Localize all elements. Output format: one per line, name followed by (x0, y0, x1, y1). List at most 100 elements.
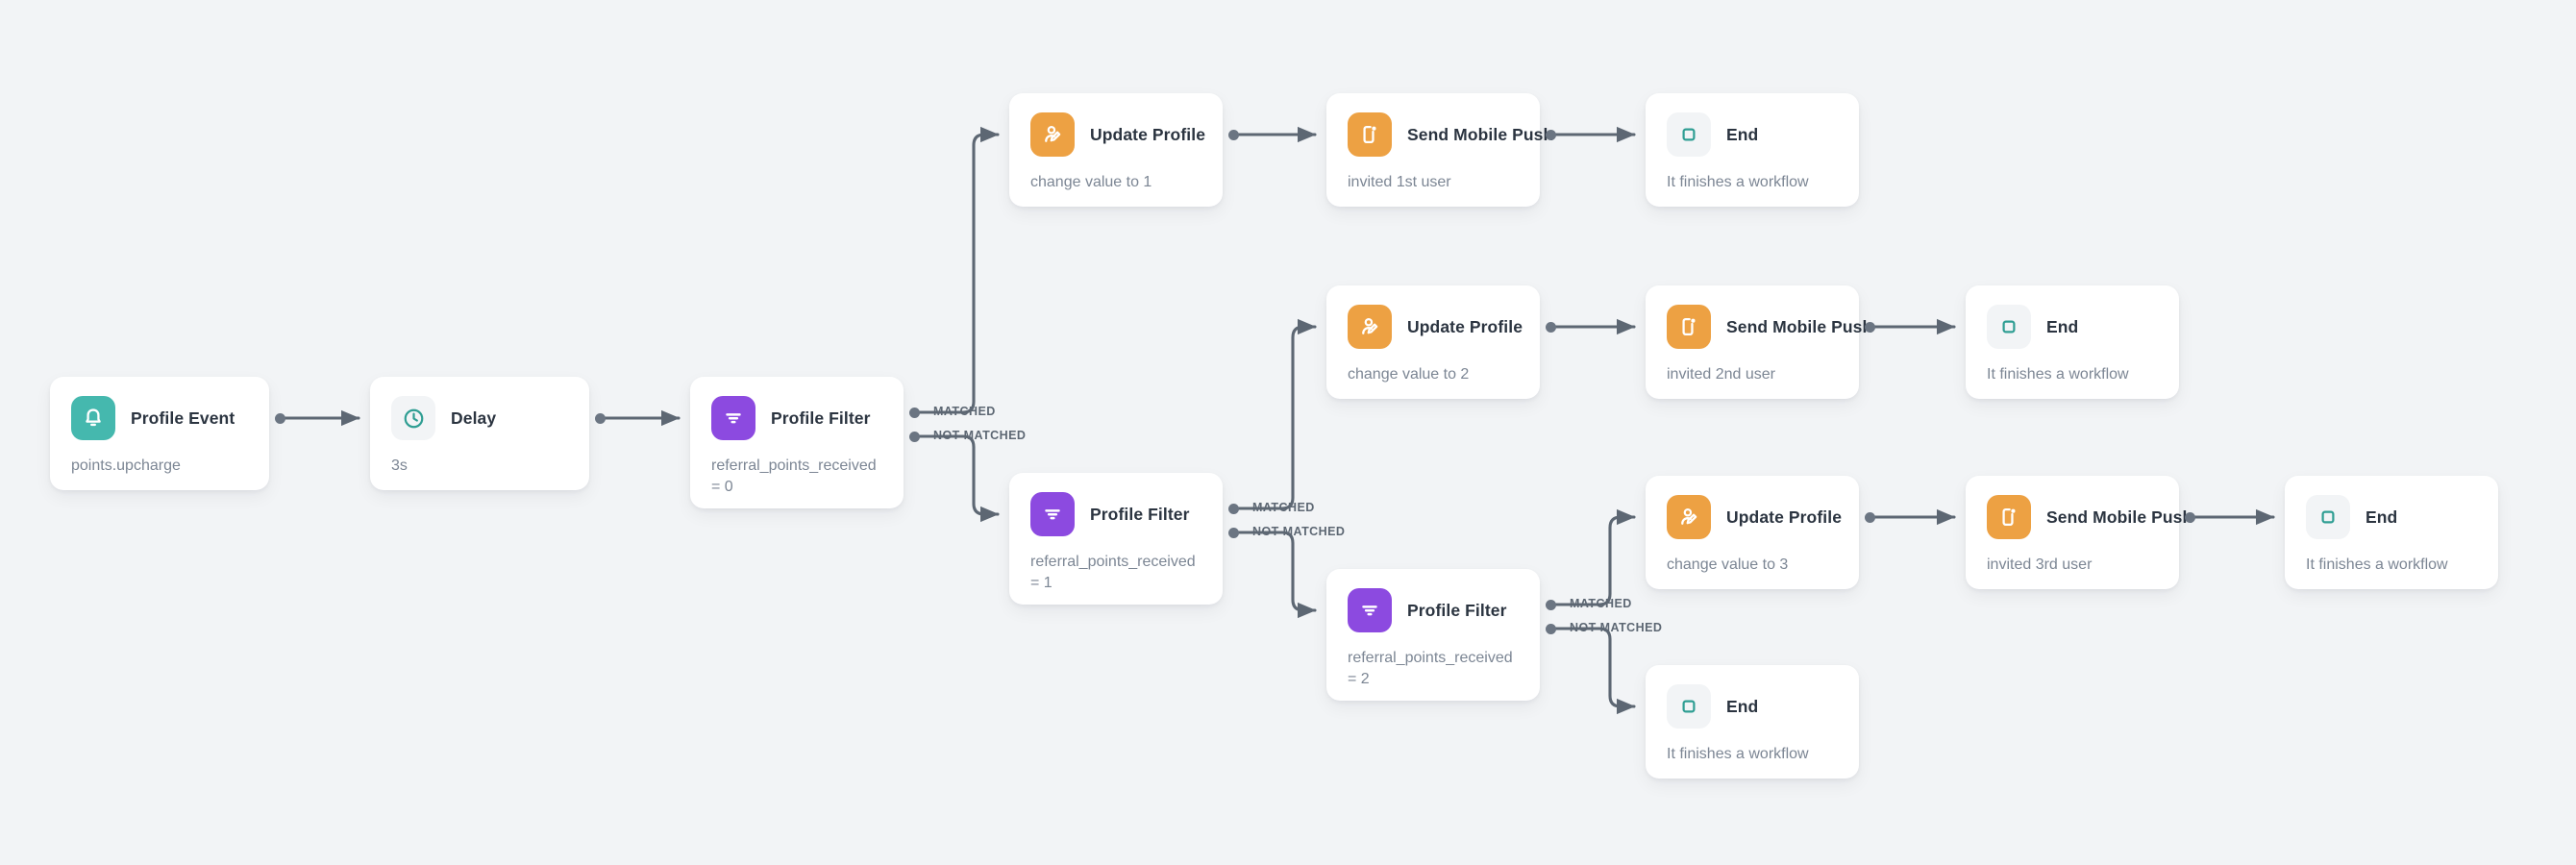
node-card-end-4[interactable]: End It finishes a workflow (1646, 665, 1859, 778)
port-matched-profile-filter-1[interactable] (1227, 503, 1239, 514)
node-title: Delay (451, 408, 497, 428)
port-out-update-profile-2[interactable] (1545, 321, 1556, 333)
node-header: Update Profile (1030, 112, 1205, 157)
port-label-matched-profile-filter-0: MATCHED (933, 405, 996, 418)
node-subtitle: It finishes a workflow (2306, 556, 2448, 573)
node-header: End (2306, 495, 2477, 539)
edit-user-icon (1667, 495, 1711, 539)
filter-icon (1348, 588, 1392, 632)
port-label-not-matched-profile-filter-2: NOT MATCHED (1570, 621, 1663, 634)
node-title: End (2046, 316, 2079, 336)
clock-icon (391, 396, 435, 440)
node-card-send-mobile-push-1[interactable]: Send Mobile Push invited 1st user (1326, 93, 1553, 207)
node-title: Update Profile (1090, 124, 1206, 144)
node-subtitle: referral_points_received = 0 (711, 457, 877, 496)
port-matched-profile-filter-0[interactable] (908, 407, 920, 418)
node-header: Send Mobile Push (1667, 305, 1872, 349)
node-title: Send Mobile Push (1407, 124, 1554, 144)
edit-user-icon (1348, 305, 1392, 349)
node-subtitle: invited 3rd user (1987, 556, 2093, 573)
node-title: Send Mobile Push (2046, 507, 2193, 527)
node-subtitle: referral_points_received = 2 (1348, 650, 1513, 688)
node-title: End (1726, 696, 1759, 716)
node-card-send-mobile-push-3[interactable]: Send Mobile Push invited 3rd user (1966, 476, 2192, 589)
node-subtitle: change value to 2 (1348, 366, 1470, 383)
node-subtitle: invited 1st user (1348, 174, 1451, 190)
filter-icon (1030, 492, 1075, 536)
node-subtitle: change value to 3 (1667, 556, 1789, 573)
connector-profile-filter-1-to-profile-filter-2 (1231, 531, 1317, 619)
node-card-profile-filter-0[interactable]: Profile Filter referral_points_received =… (690, 377, 904, 508)
mobile-push-icon (1348, 112, 1392, 157)
connector-profile-filter-2-to-end-4 (1548, 627, 1636, 715)
node-header: End (1987, 305, 2158, 349)
node-subtitle: referral_points_received = 1 (1030, 554, 1196, 592)
node-header: End (1667, 684, 1838, 729)
node-header: Update Profile (1348, 305, 1523, 349)
edit-user-icon (1030, 112, 1075, 157)
node-header: Profile Filter (1348, 588, 1519, 632)
node-subtitle: It finishes a workflow (1987, 366, 2129, 383)
bell-icon (71, 396, 115, 440)
node-subtitle: change value to 1 (1030, 174, 1152, 190)
node-title: Profile Event (131, 408, 235, 428)
node-header: Profile Filter (711, 396, 882, 440)
node-card-delay[interactable]: Delay 3s (370, 377, 589, 490)
node-card-update-profile-2[interactable]: Update Profile change value to 2 (1326, 285, 1540, 399)
node-card-end-3[interactable]: End It finishes a workflow (2285, 476, 2498, 589)
node-subtitle: It finishes a workflow (1667, 174, 1809, 190)
node-card-profile-filter-2[interactable]: Profile Filter referral_points_received =… (1326, 569, 1540, 701)
connector-profile-filter-0-to-update-profile-1 (912, 126, 1000, 414)
node-card-profile-filter-1[interactable]: Profile Filter referral_points_received =… (1009, 473, 1223, 605)
node-subtitle: points.upcharge (71, 457, 181, 474)
stop-square-icon (2306, 495, 2350, 539)
stop-square-icon (1987, 305, 2031, 349)
node-header: Send Mobile Push (1987, 495, 2192, 539)
node-header: Profile Filter (1030, 492, 1201, 536)
node-title: Profile Filter (771, 408, 871, 428)
node-header: Send Mobile Push (1348, 112, 1553, 157)
mobile-push-icon (1667, 305, 1711, 349)
port-label-not-matched-profile-filter-0: NOT MATCHED (933, 429, 1027, 442)
port-out-delay[interactable] (594, 412, 606, 424)
node-title: Update Profile (1407, 316, 1523, 336)
node-title: Update Profile (1726, 507, 1843, 527)
connector-profile-filter-2-to-update-profile-3 (1548, 508, 1636, 606)
node-header: Delay (391, 396, 568, 440)
port-not-matched-profile-filter-1[interactable] (1227, 527, 1239, 538)
node-title: Profile Filter (1407, 600, 1507, 620)
node-header: Update Profile (1667, 495, 1842, 539)
filter-icon (711, 396, 755, 440)
port-out-send-mobile-push-1[interactable] (1545, 129, 1556, 140)
port-matched-profile-filter-2[interactable] (1545, 599, 1556, 610)
port-not-matched-profile-filter-0[interactable] (908, 431, 920, 442)
node-header: End (1667, 112, 1838, 157)
port-not-matched-profile-filter-2[interactable] (1545, 623, 1556, 634)
node-title: End (2365, 507, 2398, 527)
node-card-end-1[interactable]: End It finishes a workflow (1646, 93, 1859, 207)
port-out-update-profile-1[interactable] (1227, 129, 1239, 140)
port-label-not-matched-profile-filter-1: NOT MATCHED (1252, 525, 1346, 538)
node-card-send-mobile-push-2[interactable]: Send Mobile Push invited 2nd user (1646, 285, 1872, 399)
node-subtitle: It finishes a workflow (1667, 746, 1809, 762)
port-out-update-profile-3[interactable] (1864, 511, 1875, 523)
node-title: Profile Filter (1090, 504, 1190, 524)
node-title: Send Mobile Push (1726, 316, 1873, 336)
port-label-matched-profile-filter-1: MATCHED (1252, 501, 1315, 514)
node-subtitle: 3s (391, 457, 408, 474)
workflow-canvas[interactable]: Profile Event points.upcharge Delay 3s Profi… (0, 0, 2576, 865)
node-header: Profile Event (71, 396, 248, 440)
port-label-matched-profile-filter-2: MATCHED (1570, 597, 1632, 610)
node-card-end-2[interactable]: End It finishes a workflow (1966, 285, 2179, 399)
port-out-profile-event[interactable] (274, 412, 285, 424)
stop-square-icon (1667, 684, 1711, 729)
node-title: End (1726, 124, 1759, 144)
node-subtitle: invited 2nd user (1667, 366, 1775, 383)
node-card-update-profile-1[interactable]: Update Profile change value to 1 (1009, 93, 1223, 207)
node-card-profile-event[interactable]: Profile Event points.upcharge (50, 377, 269, 490)
node-card-update-profile-3[interactable]: Update Profile change value to 3 (1646, 476, 1859, 589)
port-out-send-mobile-push-3[interactable] (2184, 511, 2195, 523)
mobile-push-icon (1987, 495, 2031, 539)
port-out-send-mobile-push-2[interactable] (1864, 321, 1875, 333)
connector-profile-filter-0-to-profile-filter-1 (912, 434, 1000, 523)
